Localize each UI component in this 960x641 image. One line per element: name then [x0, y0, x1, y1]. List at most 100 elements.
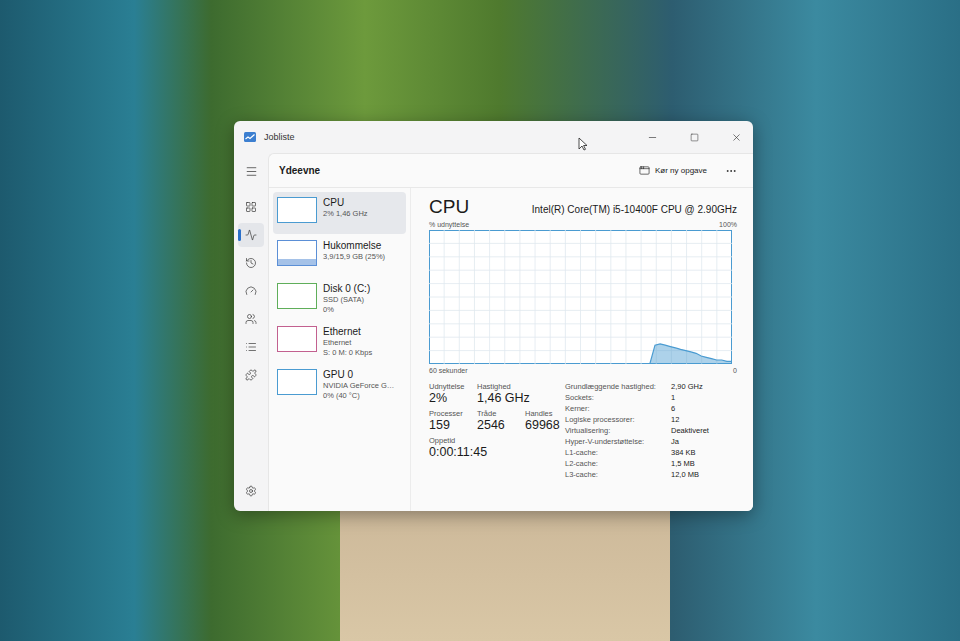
resource-thumbnail — [277, 283, 317, 309]
nav-item[interactable] — [238, 335, 264, 359]
spec-label: Hyper-V-understøttelse: — [565, 437, 671, 446]
resource-item[interactable]: CPU2% 1,46 GHz — [273, 192, 406, 234]
spec-label: Virtualisering: — [565, 426, 671, 435]
thumbnail-fill — [278, 222, 316, 223]
spec-label: Logiske processorer: — [565, 415, 671, 424]
spec-label: L3-cache: — [565, 470, 671, 479]
nav-item[interactable] — [238, 251, 264, 275]
processes-icon — [245, 201, 257, 213]
spec-label: Kerner: — [565, 404, 671, 413]
spec-value: 384 KB — [671, 448, 709, 457]
stat: Handles69968 — [525, 409, 563, 432]
spec-value: 12 — [671, 415, 709, 424]
resource-item[interactable]: Disk 0 (C:)SSD (SATA)0% — [273, 278, 406, 320]
stats-group: Udnyttelse2% Hastighed1,46 GHz Processer15… — [429, 382, 553, 479]
resource-detail: Ethernet — [323, 338, 372, 347]
spec-label: Sockets: — [565, 393, 671, 402]
spec-value: 1,5 MB — [671, 459, 709, 468]
stat: Oppetid0:00:11:45 — [429, 436, 487, 459]
resource-detail: SSD (SATA) — [323, 295, 370, 304]
more-button[interactable] — [721, 162, 741, 180]
resource-thumbnail — [277, 197, 317, 223]
nav-item[interactable] — [238, 279, 264, 303]
resource-name: GPU 0 — [323, 369, 394, 380]
menu-button[interactable] — [238, 159, 264, 183]
panel-title: CPU — [429, 196, 469, 218]
task-manager-logo-icon — [244, 132, 256, 142]
chart-line — [650, 344, 732, 364]
page-title: Ydeevne — [279, 165, 625, 176]
selection-indicator — [238, 229, 241, 241]
nav-item[interactable] — [238, 195, 264, 219]
resource-name: Disk 0 (C:) — [323, 283, 370, 294]
resource-thumbnail — [277, 326, 317, 352]
close-button[interactable] — [719, 121, 753, 153]
spec-value: 2,90 GHz — [671, 382, 709, 391]
spec-value: 12,0 MB — [671, 470, 709, 479]
resource-detail: 0% (40 °C) — [323, 391, 394, 400]
cpu-model: Intel(R) Core(TM) i5-10400F CPU @ 2.90GH… — [532, 204, 737, 215]
minimize-icon — [647, 132, 658, 143]
stat: Hastighed1,46 GHz — [477, 382, 530, 405]
wallpaper-beach — [340, 510, 670, 641]
spec-value: Ja — [671, 437, 709, 446]
new-task-icon — [639, 165, 650, 176]
resource-name: Ethernet — [323, 326, 372, 337]
thumbnail-fill — [278, 259, 316, 265]
spec-label: L1-cache: — [565, 448, 671, 457]
resource-detail: 2% 1,46 GHz — [323, 209, 368, 218]
axis-min: 0 — [733, 367, 737, 374]
details-icon — [245, 341, 257, 353]
maximize-icon — [690, 133, 699, 142]
stat: Udnyttelse2% — [429, 382, 467, 405]
resource-detail: NVIDIA GeForce G… — [323, 381, 394, 390]
resource-thumbnail — [277, 369, 317, 395]
resource-thumbnail — [277, 240, 317, 266]
performance-icon — [245, 229, 257, 241]
resource-item[interactable]: Hukommelse3,9/15,9 GB (25%) — [273, 235, 406, 277]
nav-item[interactable] — [238, 223, 264, 247]
resource-item[interactable]: EthernetEthernetS: 0 M: 0 Kbps — [273, 321, 406, 363]
resource-detail: 3,9/15,9 GB (25%) — [323, 252, 385, 261]
minimize-button[interactable] — [635, 121, 669, 153]
axis-label: % udnyttelse — [429, 221, 469, 228]
resource-name: Hukommelse — [323, 240, 385, 251]
stat: Tråde2546 — [477, 409, 515, 432]
axis-max: 100% — [719, 221, 737, 228]
spec-label: Grundlæggende hastighed: — [565, 382, 671, 391]
gear-icon — [245, 485, 257, 497]
close-icon — [731, 132, 742, 143]
mouse-cursor-icon — [578, 137, 588, 151]
resource-list: CPU2% 1,46 GHzHukommelse3,9/15,9 GB (25%… — [269, 188, 411, 511]
users-icon — [245, 313, 257, 325]
startup-icon — [245, 285, 257, 297]
resource-detail: S: 0 M: 0 Kbps — [323, 348, 372, 357]
settings-button[interactable] — [238, 479, 264, 503]
time-label: 60 sekunder — [429, 367, 468, 374]
spec-value: 1 — [671, 393, 709, 402]
spec-value: 6 — [671, 404, 709, 413]
nav-item[interactable] — [238, 307, 264, 331]
nav-item[interactable] — [238, 363, 264, 387]
spec-table: Grundlæggende hastighed:2,90 GHzSockets:… — [565, 382, 709, 479]
window-title: Jobliste — [264, 132, 627, 142]
hamburger-icon — [245, 165, 258, 178]
page-header: Ydeevne Kør ny opgave — [269, 154, 753, 188]
performance-panel: CPU Intel(R) Core(TM) i5-10400F CPU @ 2.9… — [411, 188, 753, 511]
maximize-button[interactable] — [677, 121, 711, 153]
run-task-button[interactable]: Kør ny opgave — [635, 162, 711, 179]
spec-label: L2-cache: — [565, 459, 671, 468]
spec-value: Deaktiveret — [671, 426, 709, 435]
nav-rail — [234, 153, 268, 511]
desktop-wallpaper: JoblisteYdeevneKør ny opgaveCPU2% 1,46 G… — [0, 0, 960, 641]
more-icon — [725, 165, 737, 177]
resource-detail: 0% — [323, 305, 370, 314]
resource-item[interactable]: GPU 0NVIDIA GeForce G…0% (40 °C) — [273, 364, 406, 406]
task-manager-window[interactable]: JoblisteYdeevneKør ny opgaveCPU2% 1,46 G… — [234, 121, 753, 511]
resource-name: CPU — [323, 197, 368, 208]
app-history-icon — [245, 257, 257, 269]
title-bar[interactable]: Jobliste — [234, 121, 753, 153]
stat: Processer159 — [429, 409, 467, 432]
cpu-chart — [429, 230, 732, 364]
services-icon — [245, 369, 257, 381]
